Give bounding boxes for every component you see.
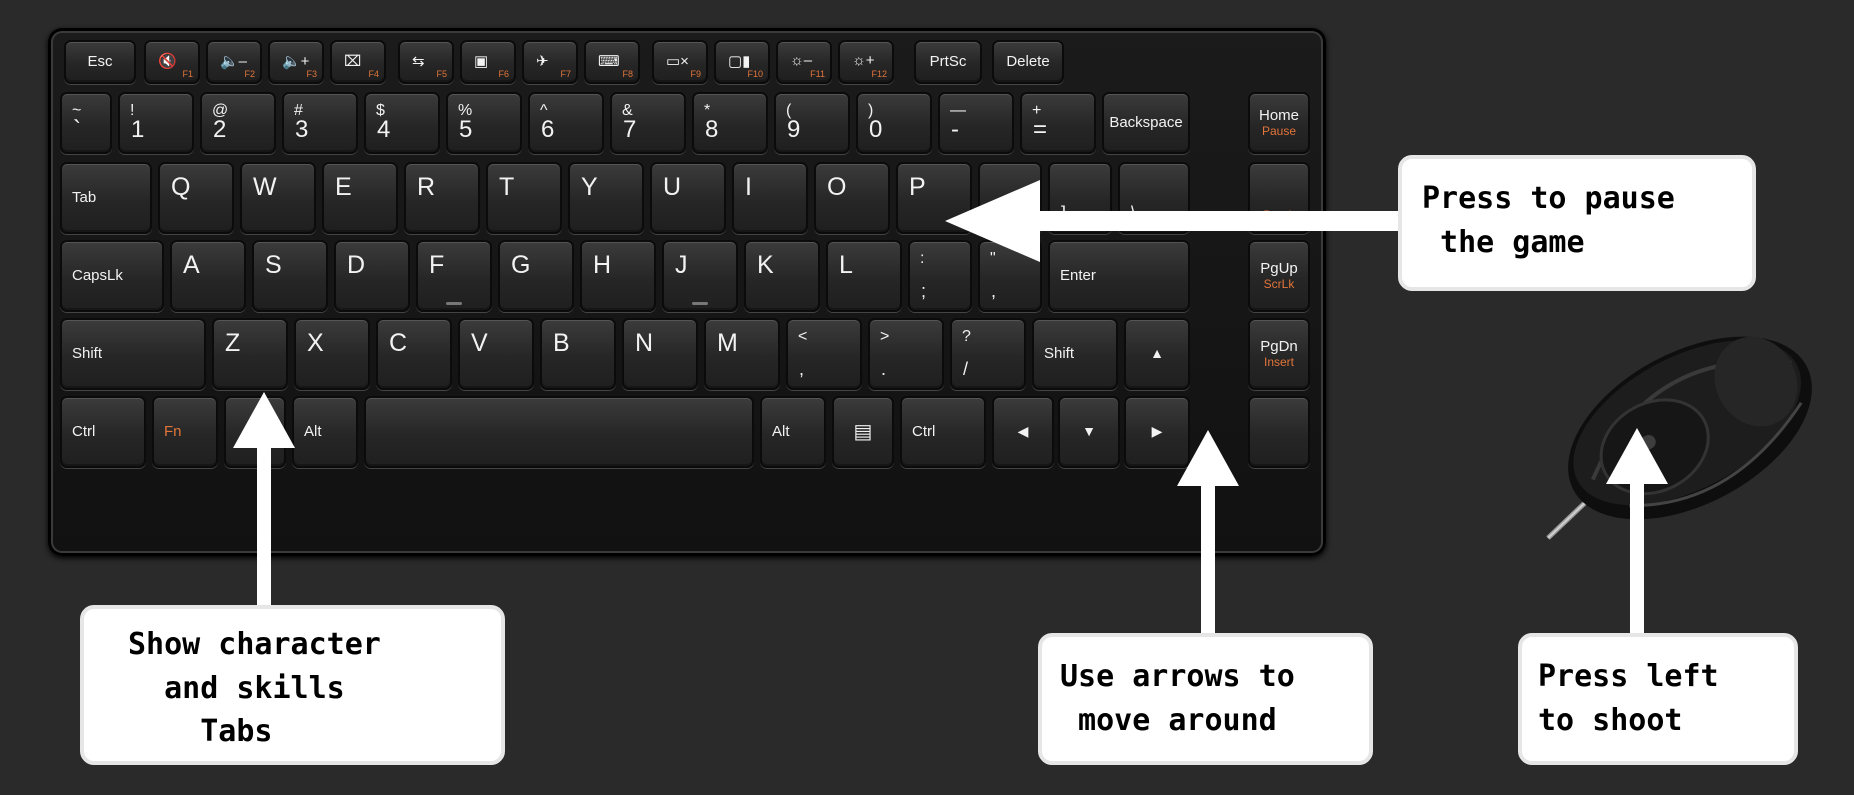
callout-tabs: Show character and skills Tabs — [80, 605, 505, 765]
callout-pause: Press to pause the game — [1398, 155, 1756, 291]
tabs-arrow — [233, 392, 295, 610]
shoot-arrow — [1606, 428, 1668, 634]
callout-shoot: Press left to shoot — [1518, 633, 1798, 765]
callout-arrows: Use arrows to move around — [1038, 633, 1373, 765]
pause-arrow — [945, 180, 1400, 262]
arrows-arrow — [1177, 430, 1239, 634]
controls-diagram: Esc 🔇 F1 🔈– F2 🔈+ F3 ⌧ F4 ⇆ F5 ▣ F6 ✈ F7 ⌨ F8 ▭×… — [0, 0, 1854, 795]
